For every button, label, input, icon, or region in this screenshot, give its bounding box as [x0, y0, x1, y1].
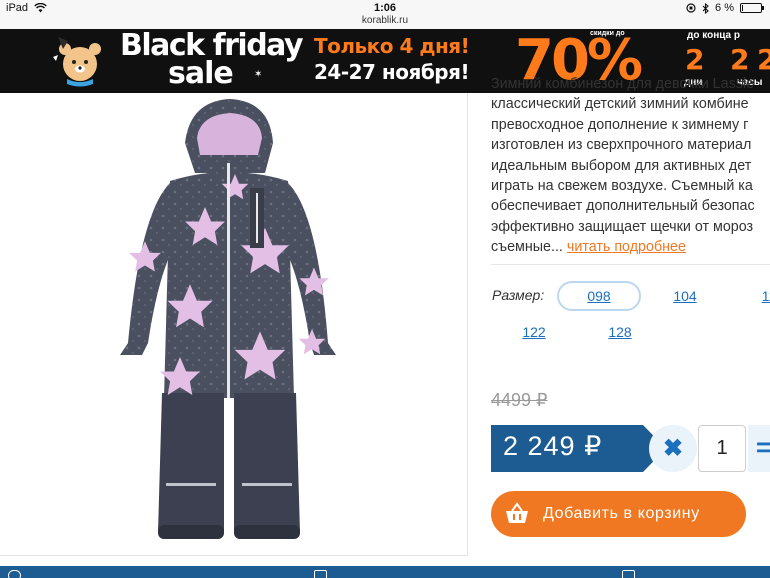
description-last-line: съемные... читать подробнее — [491, 237, 770, 257]
battery-level — [742, 5, 743, 11]
product-image[interactable] — [100, 93, 358, 558]
bear-mascot-icon — [53, 37, 101, 87]
catalog-icon[interactable] — [314, 570, 327, 578]
address-bar[interactable]: korablik.ru — [0, 15, 770, 26]
status-bar: iPad 1:06 korablik.ru 6 % — [0, 0, 770, 29]
description-line: изготовлен из сверхпрочного материал — [491, 137, 752, 154]
status-time: 1:06 — [373, 2, 397, 14]
battery-percent: 6 % — [715, 2, 734, 14]
star-decor-icon: ✦ — [285, 39, 294, 50]
size-option-11x[interactable]: 11 — [727, 281, 770, 311]
discount-label: скидки до — [590, 30, 625, 37]
add-to-cart-label: Добавить в корзину — [543, 505, 700, 522]
column-divider — [467, 93, 468, 555]
read-more-link[interactable]: читать подробнее — [567, 239, 686, 255]
description-line: Зимний комбинезон для девочки Lassie — [491, 76, 754, 92]
basket-icon — [506, 502, 528, 523]
remove-icon[interactable]: ✖ — [649, 425, 697, 472]
description-line: превосходное дополнение к зимнему г — [491, 116, 749, 133]
size-label: Размер: — [492, 287, 545, 303]
current-price: 2 249 ₽ — [503, 431, 603, 461]
orientation-lock-icon — [686, 3, 696, 13]
battery-icon — [740, 3, 764, 13]
bluetooth-icon — [702, 2, 709, 14]
description-line: эффективно защищает щечки от мороз — [491, 218, 754, 235]
phone-icon[interactable] — [8, 570, 21, 578]
size-option-104[interactable]: 104 — [643, 281, 727, 311]
status-right: 6 % — [686, 2, 764, 14]
product-description: Зимний комбинезон для девочки Lassie кла… — [491, 74, 770, 257]
banner-subtitle: sale — [168, 56, 234, 91]
countdown-hours: 2 — [730, 43, 750, 76]
size-option-122[interactable]: 122 — [492, 317, 576, 347]
description-line: обеспечивает дополнительный безопас — [491, 198, 755, 215]
countdown-title: до конца р — [687, 30, 740, 41]
bottom-toolbar — [0, 566, 770, 578]
description-line: идеальным выбором для активных дет — [491, 157, 752, 174]
countdown-extra: 2 — [757, 43, 770, 76]
cart-icon[interactable] — [622, 570, 635, 578]
promo-days: Только 4 дня! — [314, 34, 470, 58]
star-decor-icon: ✶ — [254, 69, 263, 80]
quantity-increase-button[interactable]: = — [748, 425, 770, 472]
add-to-cart-button[interactable]: Добавить в корзину — [491, 491, 746, 537]
countdown-days: 2 — [685, 43, 705, 76]
image-bottom-divider — [0, 555, 468, 556]
description-line: классический детский зимний комбине — [491, 96, 749, 113]
size-option-128[interactable]: 128 — [578, 317, 662, 347]
description-line: играть на свежем воздухе. Съемный ка — [491, 178, 753, 195]
description-tail: съемные... — [491, 239, 563, 256]
section-divider — [491, 264, 770, 265]
promo-dates: 24-27 ноября! — [314, 60, 470, 84]
old-price: 4499 ₽ — [491, 390, 548, 410]
size-option-098[interactable]: 098 — [557, 281, 641, 311]
page: iPad 1:06 korablik.ru 6 % Black friday s… — [0, 0, 770, 578]
quantity-input[interactable]: 1 — [698, 425, 746, 472]
